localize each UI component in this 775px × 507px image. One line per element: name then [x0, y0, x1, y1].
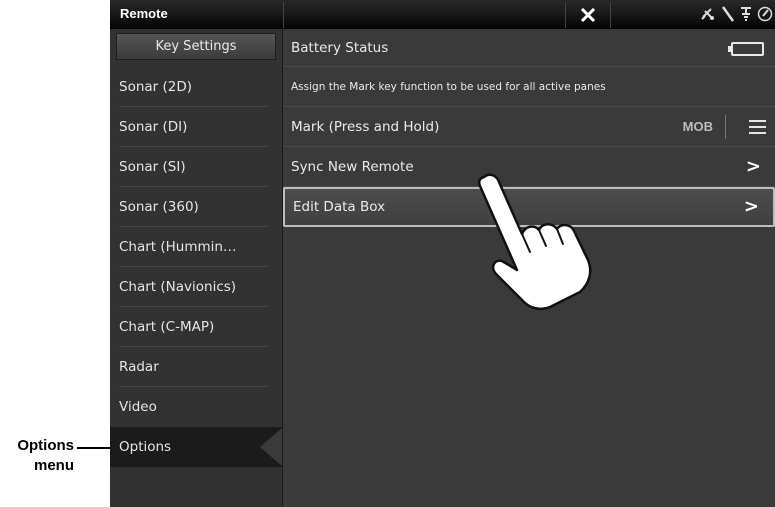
- sidebar-item-sonar-360[interactable]: Sonar (360): [110, 187, 283, 227]
- callout-line2: menu: [33, 457, 74, 474]
- sidebar-item-options[interactable]: Options: [110, 427, 283, 467]
- sidebar-item-label: Chart (C-MAP): [119, 319, 215, 335]
- mark-value: MOB: [682, 119, 713, 134]
- sidebar-item-chart-cmap[interactable]: Chart (C-MAP): [110, 307, 283, 347]
- sidebar-item-sonar-si[interactable]: Sonar (SI): [110, 147, 283, 187]
- battery-status-row: Battery Status: [283, 29, 775, 67]
- mark-label: Mark (Press and Hold): [291, 119, 440, 135]
- sidebar-item-label: Sonar (360): [119, 199, 199, 215]
- battery-icon: [728, 42, 764, 56]
- sidebar-item-label: Video: [119, 399, 157, 415]
- sync-label: Sync New Remote: [291, 159, 414, 175]
- titlebar-divider: [610, 2, 611, 28]
- sidebar-item-sonar-2d[interactable]: Sonar (2D): [110, 67, 283, 107]
- close-x-icon: [580, 8, 595, 22]
- callout-line1: Options: [17, 437, 74, 454]
- battery-status-label: Battery Status: [291, 40, 389, 56]
- menu-icon[interactable]: [749, 120, 766, 134]
- sidebar-item-label: Chart (Navionics): [119, 279, 237, 295]
- sidebar-item-label: Radar: [119, 359, 159, 375]
- pointing-hand-icon: [477, 173, 592, 311]
- sidebar-item-label: Sonar (SI): [119, 159, 186, 175]
- sidebar-header-key-settings[interactable]: Key Settings: [116, 33, 276, 60]
- sidebar-item-label: Sonar (DI): [119, 119, 188, 135]
- close-button[interactable]: [565, 2, 610, 28]
- chevron-right-icon: >: [745, 156, 761, 177]
- title-bar: Remote: [110, 0, 775, 29]
- titlebar-divider: [283, 2, 284, 28]
- gps-icon: [741, 7, 751, 21]
- sidebar-item-chart-navionics[interactable]: Chart (Navionics): [110, 267, 283, 307]
- info-text: Assign the Mark key function to be used …: [291, 81, 606, 93]
- chevron-right-icon: >: [743, 196, 759, 217]
- selection-pointer: [260, 427, 283, 467]
- device-screen: Remote Key Settings Sonar (2D) Sonar (DI…: [110, 0, 775, 507]
- status-icons: [699, 3, 773, 25]
- sidebar-item-label: Chart (Hummin…: [119, 239, 237, 255]
- edit-data-box-label: Edit Data Box: [293, 199, 386, 215]
- sidebar-item-chart-humminbird[interactable]: Chart (Hummin…: [110, 227, 283, 267]
- sidebar-item-sonar-di[interactable]: Sonar (DI): [110, 107, 283, 147]
- sidebar-item-video[interactable]: Video: [110, 387, 283, 427]
- sidebar-item-label: Sonar (2D): [119, 79, 193, 95]
- sidebar-item-label: Options: [119, 439, 172, 455]
- satellite-icon: [701, 8, 714, 20]
- window-title: Remote: [120, 6, 168, 21]
- sidebar-item-radar[interactable]: Radar: [110, 347, 283, 387]
- mark-key-info-text: Assign the Mark key function to be used …: [283, 67, 775, 107]
- key-settings-sidebar: Key Settings Sonar (2D) Sonar (DI) Sonar…: [110, 29, 283, 507]
- mark-press-hold-row[interactable]: Mark (Press and Hold) MOB: [283, 107, 775, 147]
- compass-icon: [757, 6, 773, 22]
- antenna-icon: [721, 6, 735, 22]
